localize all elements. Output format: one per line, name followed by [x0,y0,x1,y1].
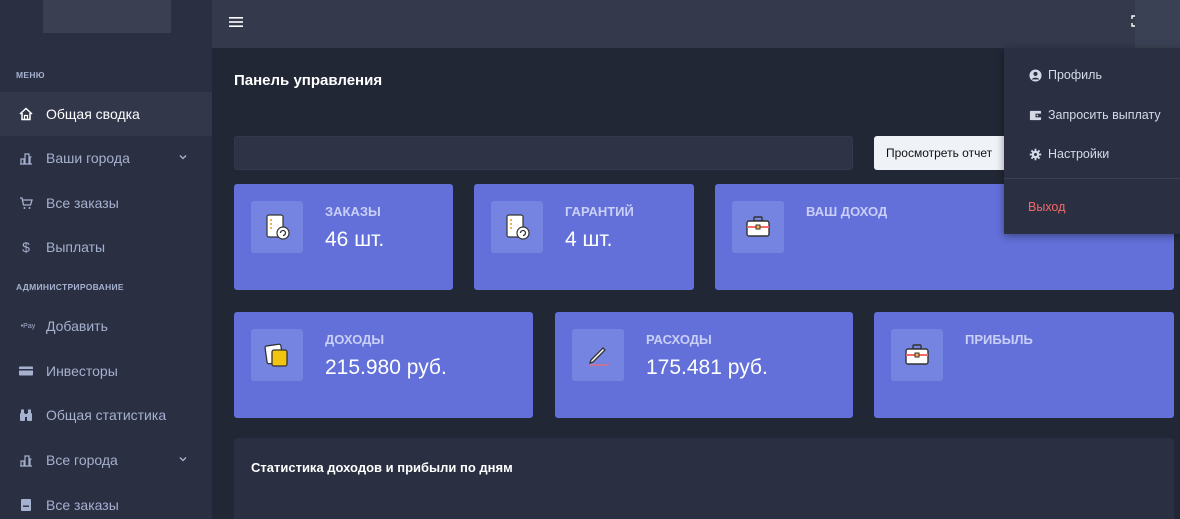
hamburger-menu-icon[interactable] [228,14,246,32]
card-value: 46 шт. [325,228,385,251]
stats-title: Статистика доходов и прибыли по дням [251,460,513,475]
dropdown-item-logout[interactable]: Выход [1004,192,1180,222]
card-warranties: ГАРАНТИЙ 4 шт. [474,184,694,290]
dropdown-item-label: Запросить выплату [1048,108,1161,122]
sidebar-item-your-cities[interactable]: Ваши города [0,136,212,180]
sidebar-item-label: Все заказы [46,497,119,513]
cart-icon [18,195,34,211]
chevron-down-icon [176,150,190,164]
card-icon [18,363,34,379]
dropdown-item-label: Профиль [1048,68,1102,82]
dollar-icon: $ [22,239,30,255]
card-incomes: ДОХОДЫ 215.980 руб. [234,312,533,418]
user-dropdown-menu: Профиль Запросить выплату Настройки Выхо… [1004,48,1180,234]
card-expenses: РАСХОДЫ 175.481 руб. [555,312,853,418]
dropdown-item-request-payout[interactable]: Запросить выплату [1004,100,1180,130]
logo[interactable] [43,0,171,33]
sidebar-item-investors[interactable]: Инвесторы [0,349,212,393]
chevron-down-icon [176,452,190,466]
document-icon [18,497,34,513]
gear-icon [1028,147,1042,161]
sidebar-item-all-orders-admin[interactable]: Все заказы [0,483,212,519]
logo-area [0,0,212,48]
card-title: РАСХОДЫ [646,332,712,347]
card-title: ЗАКАЗЫ [325,204,381,219]
sidebar-item-overview[interactable]: Общая сводка [0,92,212,136]
stats-panel: Статистика доходов и прибыли по дням [234,438,1174,519]
briefcase-icon [732,201,784,253]
sidebar-item-label: Выплаты [46,239,106,255]
topbar [212,0,1180,48]
city-icon [18,452,34,468]
sidebar-item-label: Общая сводка [46,106,140,122]
card-title: ГАРАНТИЙ [565,204,634,219]
card-value: 4 шт. [565,228,613,251]
sidebar-item-label: Все города [46,452,118,468]
sidebar-item-label: Инвесторы [46,363,118,379]
card-profit: ПРИБЫЛЬ [874,312,1174,418]
card-value: 215.980 руб. [325,356,447,379]
pay-icon: •Pay [20,322,36,330]
sidebar-item-general-stats[interactable]: Общая статистика [0,393,212,437]
dropdown-divider [1004,178,1180,179]
view-report-button[interactable]: Просмотреть отчет [874,136,1014,170]
wallet-icon [1028,108,1042,122]
sidebar-item-label: Ваши города [46,150,130,166]
binoculars-icon [18,407,34,423]
sidebar-item-label: Добавить [46,318,108,334]
card-title: ВАШ ДОХОД [806,204,888,219]
card-title: ДОХОДЫ [325,332,385,347]
city-icon [18,150,34,166]
date-range-input[interactable] [234,136,853,170]
sidebar-item-label: Все заказы [46,195,119,211]
order-list-icon [251,201,303,253]
notes-icon [251,329,303,381]
admin-section-title: АДМИНИСТРИРОВАНИЕ [16,282,124,292]
menu-section-title: МЕНЮ [16,70,45,80]
home-icon [18,106,34,122]
sidebar-item-all-orders[interactable]: Все заказы [0,181,212,225]
card-orders: ЗАКАЗЫ 46 шт. [234,184,453,290]
user-menu-toggle[interactable] [1135,0,1180,48]
order-list-icon [491,201,543,253]
page-title: Панель управления [234,72,383,89]
sidebar-item-label: Общая статистика [46,407,167,423]
sidebar-item-all-cities[interactable]: Все города [0,438,212,482]
card-value: 175.481 руб. [646,356,768,379]
card-title: ПРИБЫЛЬ [965,332,1033,347]
dropdown-item-settings[interactable]: Настройки [1004,139,1180,169]
sidebar-item-payouts[interactable]: $ Выплаты [0,225,212,269]
sidebar-item-add[interactable]: •Pay Добавить [0,304,212,348]
briefcase-icon [891,329,943,381]
sidebar: МЕНЮ Общая сводка Ваши города Все заказы… [0,0,212,519]
dropdown-item-label: Настройки [1048,147,1110,161]
dropdown-item-profile[interactable]: Профиль [1004,60,1180,90]
user-circle-icon [1028,68,1042,82]
pen-icon [572,329,624,381]
